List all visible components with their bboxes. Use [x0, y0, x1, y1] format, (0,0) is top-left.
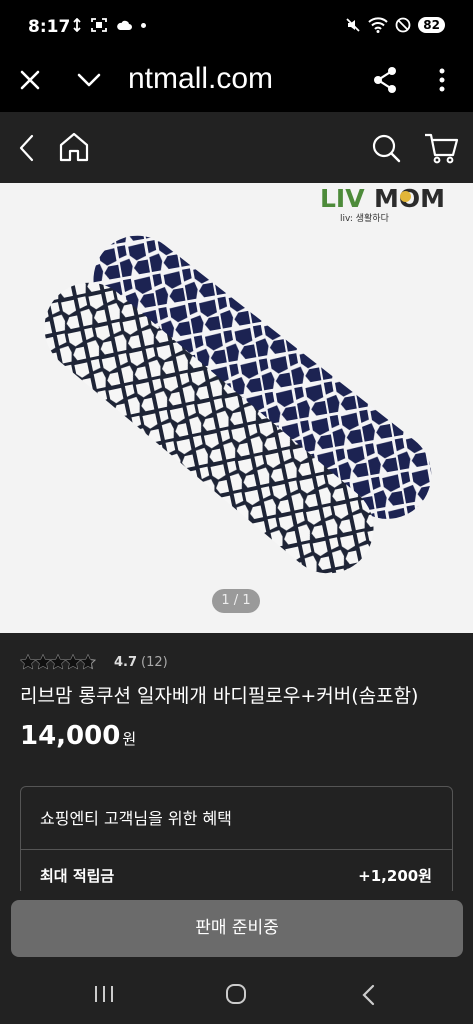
star-icon [49, 654, 67, 670]
back-icon[interactable] [15, 133, 39, 163]
purchase-button[interactable]: 판매 준비중 [11, 900, 463, 957]
recent-apps-icon[interactable] [93, 984, 115, 1004]
product-title: 리브맘 롱쿠션 일자베개 바디필로우+커버(솜포함) [20, 685, 419, 707]
more-vert-icon[interactable] [436, 66, 448, 94]
status-left-icons [72, 18, 146, 32]
pillow-photo [44, 235, 432, 574]
cart-icon[interactable] [423, 131, 459, 165]
battery-icon: 82 [418, 17, 445, 33]
notification-dot-icon [141, 22, 146, 28]
share-icon[interactable] [372, 66, 398, 94]
benefit-heading: 쇼핑엔티 고객님을 위한 혜택 [40, 809, 232, 828]
star-icon [20, 654, 37, 670]
search-icon[interactable] [371, 133, 401, 163]
site-header [0, 112, 473, 183]
rating-value: 4.7 [114, 654, 138, 670]
benefit-divider [21, 849, 452, 850]
home-nav-icon[interactable] [225, 983, 247, 1005]
system-nav-bar [0, 965, 473, 1024]
data-saver-icon [73, 18, 81, 32]
close-icon[interactable] [18, 68, 42, 92]
svg-text:LIV: LIV [320, 184, 365, 213]
product-image[interactable]: LIV MOM liv: 생활하다 1 / 1 [0, 183, 473, 633]
price-unit: 원 [122, 730, 137, 748]
product-info: 4.7 (12) 리브맘 롱쿠션 일자베개 바디필로우+커버(솜포함) 14,0… [0, 633, 473, 896]
url-text[interactable]: ntmall.com [128, 62, 338, 96]
wifi-icon [368, 17, 388, 33]
do-not-disturb-icon [395, 17, 411, 33]
action-bar: 판매 준비중 [0, 891, 473, 965]
rating-count: (12) [141, 654, 168, 670]
status-bar: 8:17 82 [0, 0, 473, 56]
benefit-box: 쇼핑엔티 고객님을 위한 혜택 최대 적립금 +1,200원 [20, 786, 453, 896]
image-pager: 1 / 1 [212, 589, 260, 613]
status-time: 8:17 [28, 17, 71, 37]
product-price: 14,000 원 [20, 721, 136, 751]
price-value: 14,000 [20, 721, 121, 751]
svg-text:liv: 생활하다: liv: 생활하다 [340, 212, 390, 224]
screenshot-icon [91, 18, 107, 32]
home-icon[interactable] [58, 131, 90, 163]
star-icon [64, 654, 82, 670]
rating-stars [20, 654, 97, 670]
rating[interactable]: 4.7 (12) [20, 653, 168, 671]
mute-icon [346, 18, 360, 32]
max-points-value: +1,200원 [358, 867, 432, 885]
status-right-icons: 82 [345, 17, 445, 33]
back-nav-icon[interactable] [360, 983, 376, 1007]
max-points-label: 최대 적립금 [40, 867, 115, 885]
chevron-down-icon[interactable] [76, 68, 102, 92]
cloud-icon [117, 20, 132, 30]
browser-toolbar: ntmall.com [0, 56, 473, 112]
star-icon [34, 654, 52, 670]
brand-logo: LIV MOM liv: 생활하다 [320, 184, 445, 224]
star-icon [79, 654, 97, 670]
